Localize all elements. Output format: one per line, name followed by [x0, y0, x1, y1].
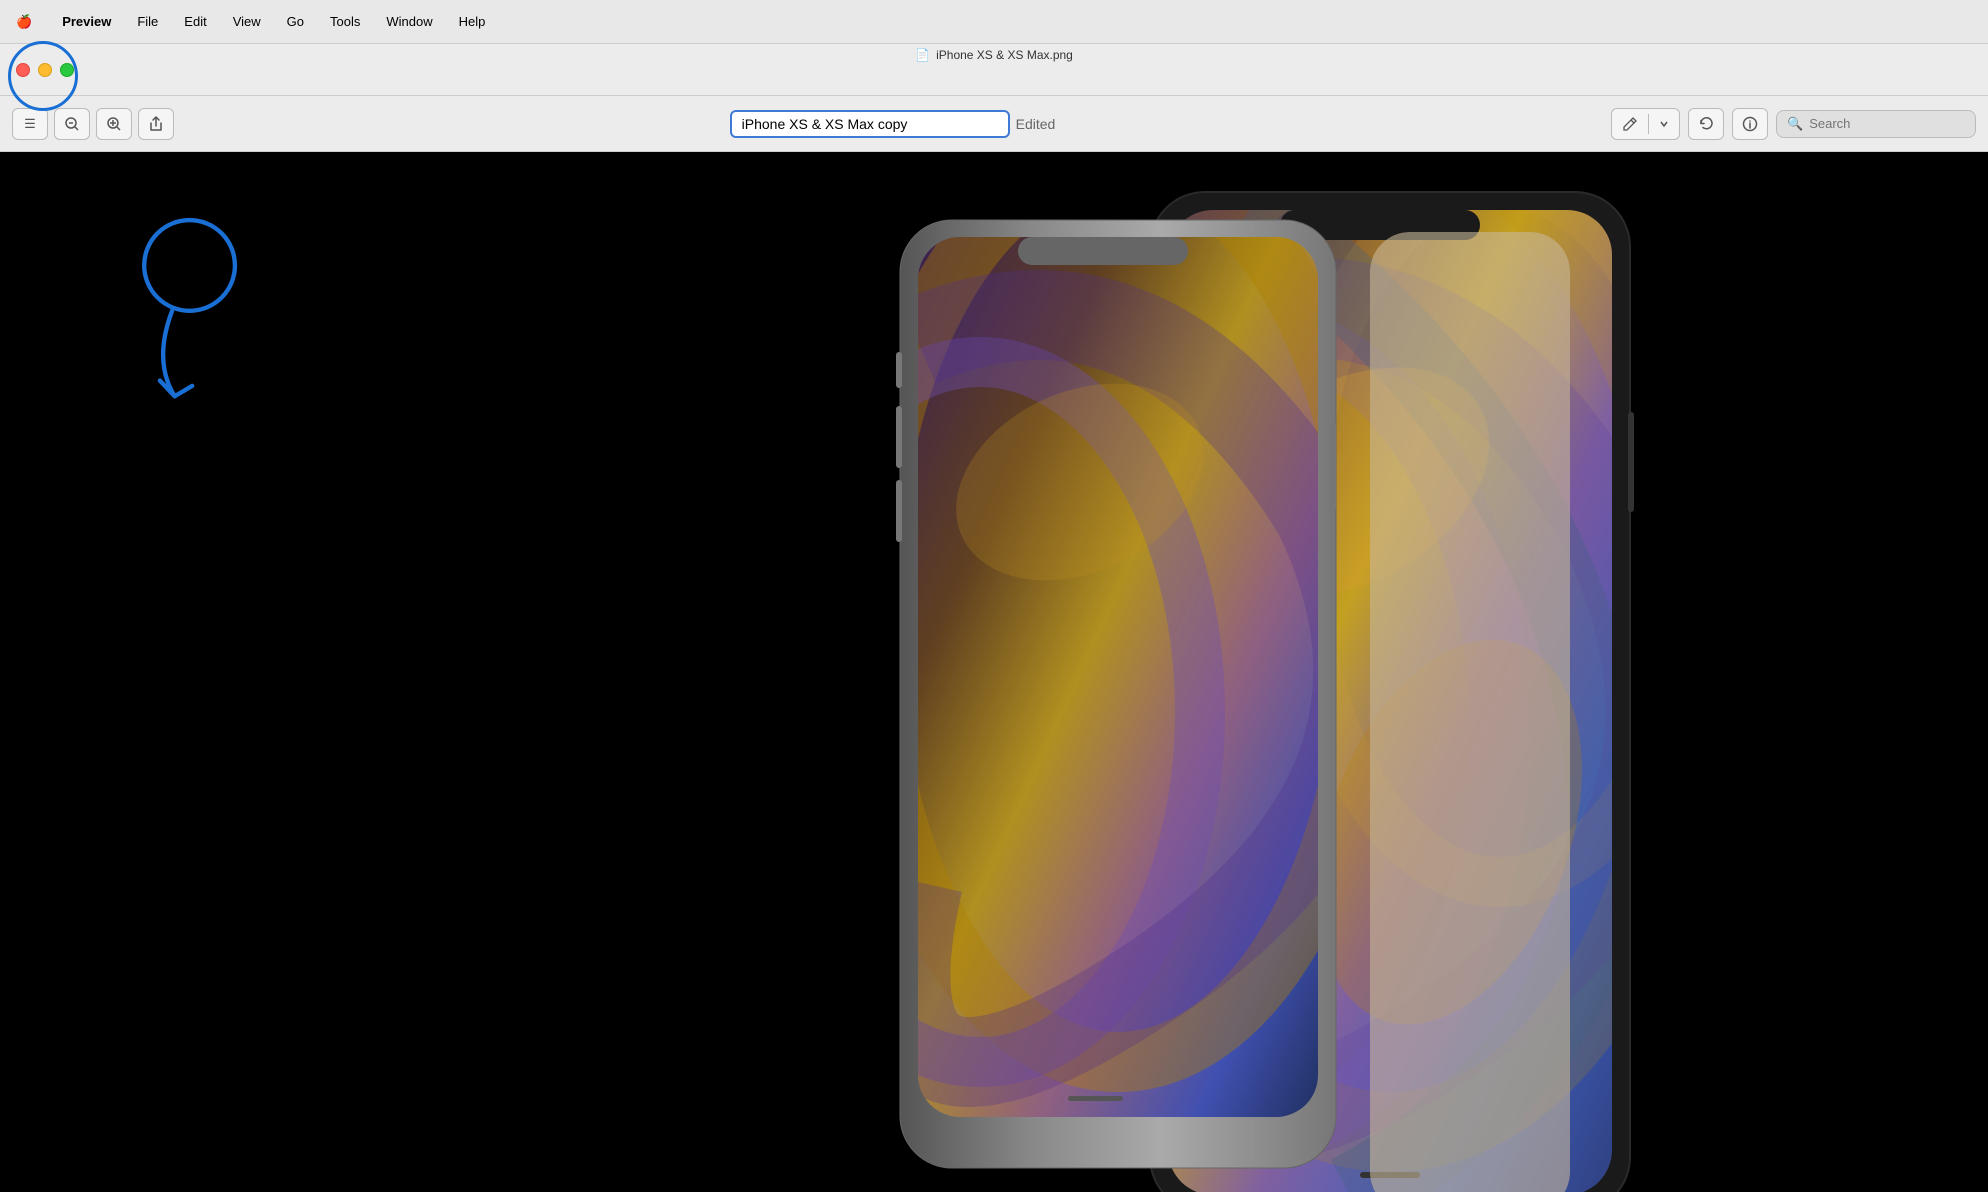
menu-edit[interactable]: Edit [180, 12, 210, 31]
info-button[interactable] [1732, 108, 1768, 140]
toolbar-center: Edited [182, 110, 1603, 138]
markup-pencil-button[interactable] [1612, 109, 1648, 139]
rotate-button[interactable] [1688, 108, 1724, 140]
search-input[interactable] [1809, 116, 1965, 131]
toolbar: ☰ [0, 96, 1988, 152]
tab-filename[interactable]: iPhone XS & XS Max.png [936, 48, 1073, 62]
document-title-input[interactable] [730, 110, 1010, 138]
markup-dropdown-button[interactable] [1649, 109, 1679, 139]
menu-go[interactable]: Go [283, 12, 308, 31]
pencil-icon [1622, 116, 1638, 132]
toolbar-right: 🔍 [1611, 108, 1976, 140]
zoom-out-button[interactable] [54, 108, 90, 140]
menu-tools[interactable]: Tools [326, 12, 364, 31]
menu-help[interactable]: Help [455, 12, 490, 31]
maximize-button[interactable] [60, 63, 74, 77]
edited-label: Edited [1016, 116, 1056, 132]
menu-preview[interactable]: Preview [58, 12, 115, 31]
title-bar: 📄 iPhone XS & XS Max.png [0, 44, 1988, 96]
zoom-out-icon [65, 117, 79, 131]
tab-file-icon: 📄 [915, 48, 930, 62]
traffic-lights [16, 63, 74, 77]
menu-window[interactable]: Window [382, 12, 436, 31]
share-button[interactable] [138, 108, 174, 140]
chevron-down-icon [1659, 119, 1669, 129]
zoom-in-icon [107, 117, 121, 131]
rotate-icon [1698, 115, 1715, 132]
preview-window: 📄 iPhone XS & XS Max.png ☰ [0, 44, 1988, 1192]
close-button[interactable] [16, 63, 30, 77]
sidebar-toggle-button[interactable]: ☰ [12, 108, 48, 140]
apple-menu[interactable]: 🍎 [12, 12, 36, 32]
info-icon [1742, 116, 1758, 132]
zoom-in-button[interactable] [96, 108, 132, 140]
minimize-button[interactable] [38, 63, 52, 77]
menu-file[interactable]: File [133, 12, 162, 31]
toolbar-left: ☰ [12, 108, 174, 140]
search-box[interactable]: 🔍 [1776, 110, 1976, 138]
content-area [0, 152, 1988, 1192]
menu-bar: 🍎 Preview File Edit View Go Tools Window… [0, 0, 1988, 44]
menu-view[interactable]: View [229, 12, 265, 31]
share-icon [148, 116, 164, 132]
title-input-group: Edited [730, 110, 1056, 138]
search-icon: 🔍 [1787, 116, 1803, 132]
markup-button-group [1611, 108, 1680, 140]
iphone-image [0, 152, 1988, 1192]
